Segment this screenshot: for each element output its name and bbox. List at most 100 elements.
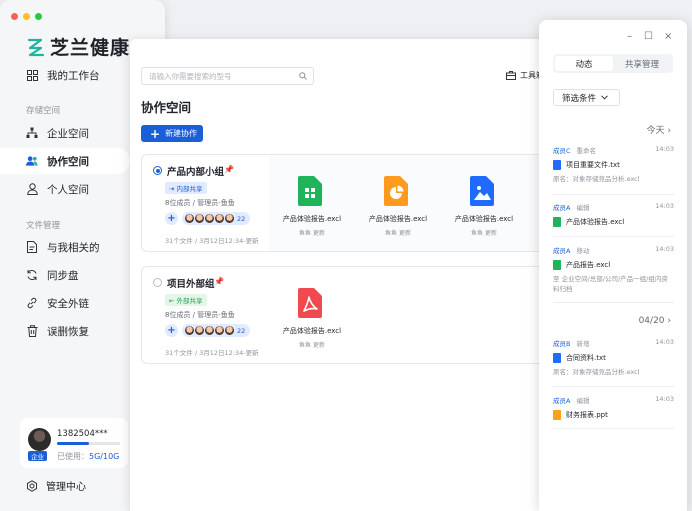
chevron-right-icon: › xyxy=(667,316,671,326)
activity-item[interactable]: 成员A 编辑 14:03 财务报表.ppt xyxy=(553,395,674,420)
sidebar-item-recycle[interactable]: 误删恢复 xyxy=(0,318,130,344)
file-card[interactable]: 产品体验报告.excl 鱼鱼 更新 xyxy=(441,155,527,251)
search-placeholder: 请输入你需要搜索的型号 xyxy=(149,72,232,81)
member-avatar xyxy=(185,214,194,223)
file-updated-by: 鱼鱼 更新 xyxy=(299,230,325,237)
doc-file-icon xyxy=(553,353,561,363)
file-name: 产品体验报告.excl xyxy=(368,215,428,223)
sidebar-item-secure-link[interactable]: 安全外链 xyxy=(0,290,130,316)
pdf-file-icon xyxy=(298,288,322,318)
ppt-file-icon xyxy=(553,410,561,420)
activity-user: 成员C xyxy=(553,147,571,155)
spreadsheet-file-icon xyxy=(553,217,561,227)
collab-group-card[interactable]: 产品内部小组 📌 ⇥ 内部共享 8位成员 / 管理员-鱼鱼 + 22 31个文件… xyxy=(141,154,561,252)
activity-item[interactable]: 成员C 重命名 14:03 项目重要文件.txt 原名：对象存储竞品分析.excl xyxy=(553,145,674,184)
member-avatars[interactable]: 22 xyxy=(182,324,251,337)
member-avatars[interactable]: 22 xyxy=(182,212,251,225)
storage-usage-bar xyxy=(57,442,120,445)
member-avatar xyxy=(215,326,224,335)
add-member-button[interactable]: + xyxy=(165,324,178,337)
settings-icon xyxy=(27,479,37,492)
close-icon[interactable]: × xyxy=(664,31,672,42)
collab-group-card[interactable]: 项目外部组 📌 ⇤ 外部共享 8位成员 / 管理员-鱼鱼 + 22 31个文件 … xyxy=(141,266,561,364)
date-label: 今天 xyxy=(646,126,665,136)
org-tree-icon xyxy=(26,127,38,139)
add-member-button[interactable]: + xyxy=(165,212,178,225)
doc-file-icon xyxy=(553,160,561,170)
orchid-logo-icon xyxy=(27,38,45,56)
divider xyxy=(553,194,674,195)
sidebar-item-label: 个人空间 xyxy=(47,183,89,196)
activity-item[interactable]: 成员A 移动 14:03 产品报告.excl 至 企业空间/总部/公司/产品一组/组… xyxy=(553,245,674,294)
main-window: 请输入你需要搜索的型号 工具箱 协作空间 + 新建协作 产品内部小组 📌 ⇥ 内… xyxy=(130,39,561,511)
file-card[interactable]: 产品体验报告.excl 鱼鱼 更新 xyxy=(269,267,355,363)
maximize-icon[interactable]: ☐ xyxy=(644,31,653,42)
enterprise-badge: 企业 xyxy=(28,451,47,461)
minimize-icon[interactable]: – xyxy=(627,31,632,42)
sidebar-item-sync-disk[interactable]: 同步盘 xyxy=(0,262,130,288)
maximize-window-dot[interactable] xyxy=(35,13,42,20)
sidebar-item-label: 协作空间 xyxy=(47,155,89,168)
activity-user: 成员B xyxy=(553,340,571,348)
activity-user: 成员A xyxy=(553,204,571,212)
pin-icon[interactable]: 📌 xyxy=(224,165,234,174)
panel-tabs: 动态 共享管理 xyxy=(553,54,673,73)
member-avatar xyxy=(205,214,214,223)
activity-time: 14:03 xyxy=(655,202,674,210)
minimize-window-dot[interactable] xyxy=(23,13,30,20)
date-heading-0420[interactable]: 04/20 › xyxy=(639,316,671,326)
group-select-radio[interactable] xyxy=(153,278,162,287)
file-name: 产品体验报告.excl xyxy=(282,327,342,335)
tab-activity[interactable]: 动态 xyxy=(555,56,613,71)
member-avatar xyxy=(195,214,204,223)
tab-share-management[interactable]: 共享管理 xyxy=(613,56,671,71)
date-heading-today[interactable]: 今天 › xyxy=(647,123,672,136)
activity-user: 成员A xyxy=(553,397,571,405)
close-window-dot[interactable] xyxy=(11,13,18,20)
image-file-icon xyxy=(470,176,494,206)
usage-prefix: 已使用： xyxy=(57,452,89,461)
member-summary: 8位成员 / 管理员-鱼鱼 xyxy=(165,199,235,207)
spreadsheet-file-icon xyxy=(298,176,322,206)
user-id: 1382504*** xyxy=(57,429,108,439)
plus-icon: + xyxy=(150,126,161,141)
activity-time: 14:03 xyxy=(655,145,674,153)
group-meta: 31个文件 / 3月12日12:34-更新 xyxy=(165,237,259,245)
group-select-radio[interactable] xyxy=(153,166,162,175)
sidebar-item-enterprise-space[interactable]: 企业空间 xyxy=(0,120,130,146)
toolbox-icon xyxy=(506,71,516,80)
divider xyxy=(553,236,674,237)
usage-value: 5G/10G xyxy=(89,452,120,461)
grid-icon xyxy=(26,69,38,81)
file-name: 产品体验报告.excl xyxy=(282,215,342,223)
sidebar-item-related[interactable]: 与我相关的 xyxy=(0,234,130,260)
group-info: 项目外部组 📌 ⇤ 外部共享 8位成员 / 管理员-鱼鱼 + 22 31个文件 … xyxy=(142,267,269,363)
person-icon xyxy=(26,183,38,195)
share-tag-label: 内部共享 xyxy=(176,185,203,193)
new-collab-button[interactable]: + 新建协作 xyxy=(141,125,203,142)
sidebar-item-workbench[interactable]: 我的工作台 xyxy=(0,62,130,88)
group-files: 产品体验报告.excl 鱼鱼 更新 xyxy=(269,267,560,363)
file-card[interactable]: 产品体验报告.excl 鱼鱼 更新 xyxy=(269,155,355,251)
chart-file-icon xyxy=(384,176,408,206)
member-avatar xyxy=(225,326,234,335)
activity-item[interactable]: 成员A 编辑 14:03 产品体验报告.excl xyxy=(553,202,674,227)
search-input[interactable]: 请输入你需要搜索的型号 xyxy=(141,67,314,85)
group-name: 产品内部小组 xyxy=(167,167,225,178)
member-avatar xyxy=(225,214,234,223)
sidebar-item-personal-space[interactable]: 个人空间 xyxy=(0,176,130,202)
file-card[interactable]: 产品体验报告.excl 鱼鱼 更新 xyxy=(355,155,441,251)
new-collab-label: 新建协作 xyxy=(165,129,198,138)
filter-dropdown[interactable]: 筛选条件 xyxy=(553,89,620,106)
storage-usage-fill xyxy=(57,442,89,445)
admin-center-button[interactable]: 管理中心 xyxy=(26,478,86,493)
activity-file: 合同资料.txt xyxy=(566,354,606,362)
activity-item[interactable]: 成员B 新增 14:03 合同资料.txt 原名：对象存储竞品分析.excl xyxy=(553,338,674,377)
user-card[interactable]: 企业 1382504*** 已使用：5G/10G xyxy=(20,418,128,468)
activity-file: 项目重要文件.txt xyxy=(566,161,620,169)
pin-icon[interactable]: 📌 xyxy=(214,277,224,286)
sidebar-item-label: 安全外链 xyxy=(47,297,89,310)
sidebar-item-collab-space[interactable]: 协作空间 xyxy=(0,148,130,174)
activity-action: 重命名 xyxy=(576,147,597,155)
share-tag: ⇥ 内部共享 xyxy=(165,182,207,194)
